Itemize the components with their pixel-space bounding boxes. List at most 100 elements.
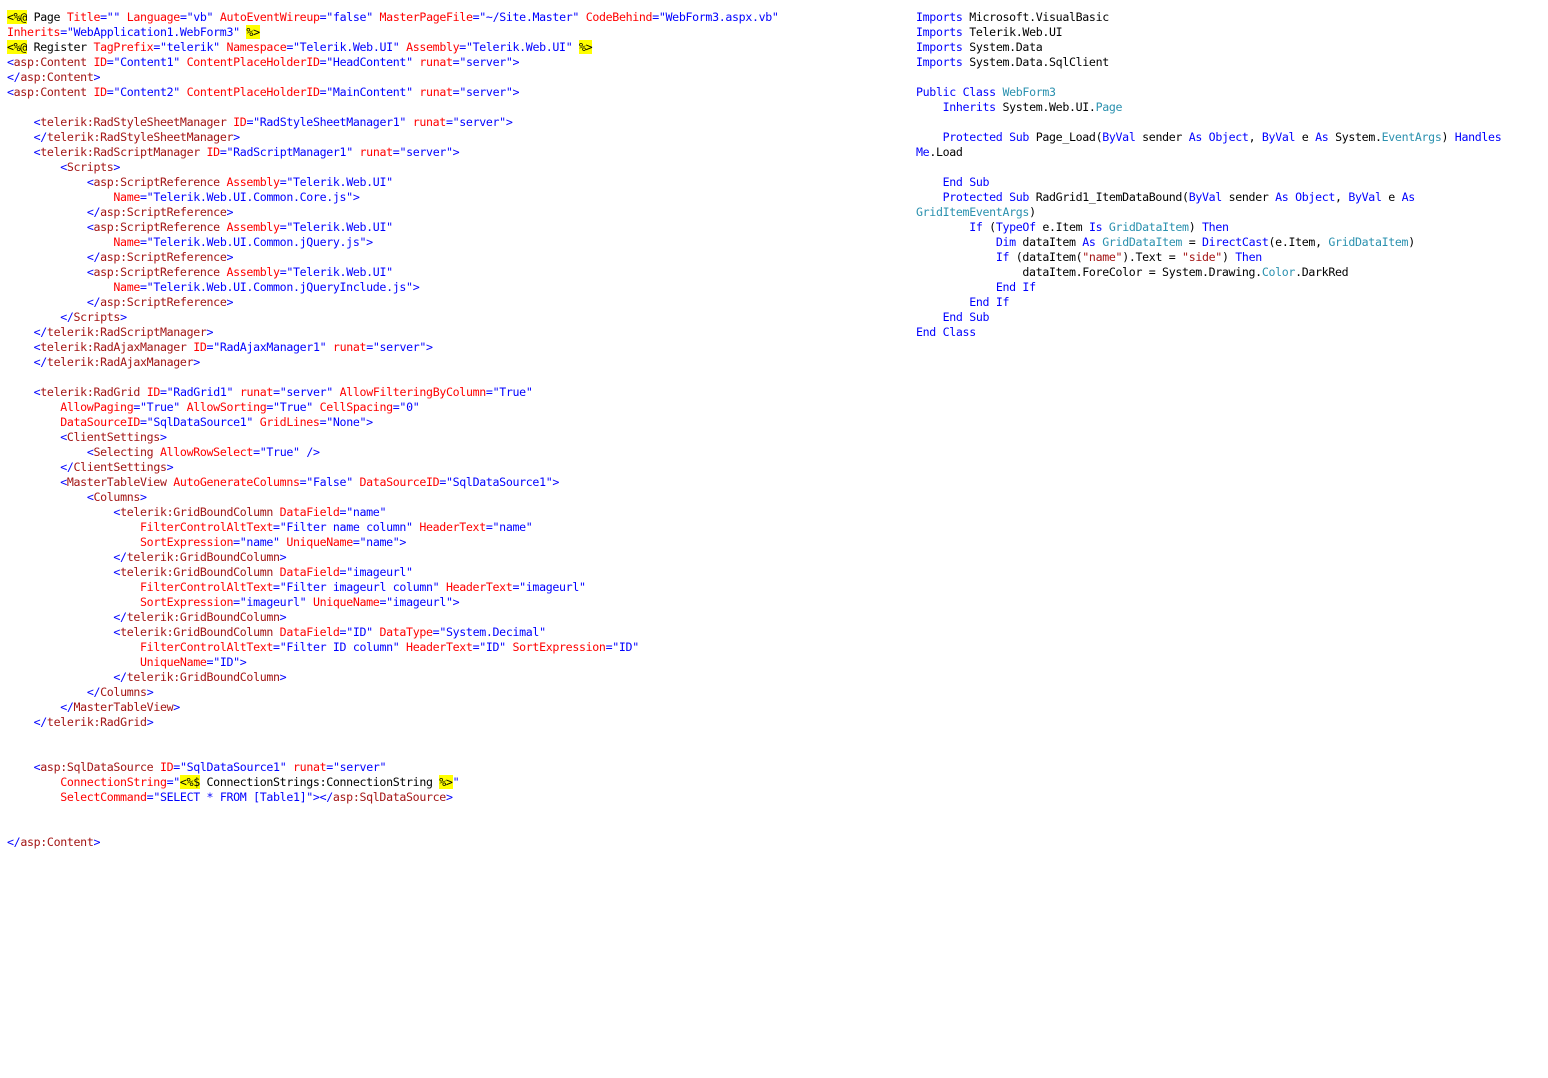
code-token: telerik:RadGrid [46, 715, 147, 729]
code-line: Inherits="WebApplication1.WebForm3" %> [7, 25, 897, 40]
code-token: Page_Load( [1029, 130, 1103, 144]
code-token: Assembly [226, 265, 280, 279]
vb-code-behind-pane: Imports Microsoft.VisualBasic Imports Tel… [916, 10, 1541, 340]
code-token: MasterTableView [66, 475, 167, 489]
code-line: Imports System.Data.SqlClient [916, 55, 1541, 70]
code-token: sender [1135, 130, 1189, 144]
code-token: WebForm3 [1002, 85, 1056, 99]
code-token: runat [419, 55, 453, 69]
code-token: <%$ [179, 775, 200, 789]
code-token: </ [60, 700, 74, 714]
code-token: "name" [346, 505, 387, 519]
code-line: </Columns> [7, 685, 897, 700]
code-token: End [916, 325, 936, 339]
code-token: "server" [459, 85, 513, 99]
code-token: GridItemEventArgs [916, 205, 1030, 219]
code-token: < [7, 55, 14, 69]
code-token: AllowRowSelect [159, 445, 254, 459]
code-token: GridDataItem [1108, 220, 1189, 234]
code-token: ) [1221, 250, 1236, 264]
code-token: %> [246, 25, 260, 39]
code-token: Page [26, 10, 67, 24]
code-token: ></ [312, 790, 333, 804]
code-token: telerik:RadStyleSheetManager [46, 130, 234, 144]
code-token: dataItem.ForeColor = System.Drawing. [916, 265, 1262, 279]
code-token: "Telerik.Web.UI" [286, 220, 393, 234]
code-token: "Content2" [113, 85, 180, 99]
code-token: "SELECT * FROM [Table1]" [153, 790, 313, 804]
code-token: CodeBehind [585, 10, 653, 24]
code-token: ContentPlaceHolderID [186, 55, 320, 69]
code-token: "HeadContent" [326, 55, 413, 69]
code-line: <telerik:RadGrid ID="RadGrid1" runat="se… [7, 385, 897, 400]
code-line: <asp:Content ID="Content1" ContentPlaceH… [7, 55, 897, 70]
code-token: ID [233, 115, 247, 129]
code-line: <asp:ScriptReference Assembly="Telerik.W… [7, 175, 897, 190]
code-token: > [279, 670, 287, 684]
code-token: DataField [279, 505, 340, 519]
code-token: End [969, 295, 990, 309]
code-token: End [995, 280, 1016, 294]
code-token: "server" [459, 55, 513, 69]
code-token: As [1082, 235, 1096, 249]
code-line: </ClientSettings> [7, 460, 897, 475]
code-token: > [512, 55, 520, 69]
code-token: "name" [239, 535, 280, 549]
code-token: > [206, 325, 214, 339]
code-token: System.Data [962, 40, 1043, 54]
code-token: Me [916, 145, 930, 159]
code-token: Object [1208, 130, 1249, 144]
code-token: ) [1441, 130, 1455, 144]
code-token: "imageurl" [386, 595, 453, 609]
code-token: > [412, 280, 420, 294]
code-token: "SqlDataSource1" [445, 475, 553, 489]
code-line: Protected Sub Page_Load(ByVal sender As … [916, 130, 1541, 145]
code-token: asp:SqlDataSource [40, 760, 154, 774]
code-token: "imageurl" [346, 565, 413, 579]
code-token: Register [26, 40, 94, 54]
code-token: AllowPaging [60, 400, 134, 414]
code-token: System.Web.UI. [995, 100, 1096, 114]
code-token: </ [33, 715, 48, 729]
code-token: UniqueName [140, 655, 207, 669]
code-token: > [426, 340, 433, 354]
code-token: ID [206, 145, 221, 159]
code-line: <asp:SqlDataSource ID="SqlDataSource1" r… [7, 760, 897, 775]
code-token: "" [106, 10, 121, 24]
code-token: = [273, 520, 280, 534]
code-token: Protected [942, 190, 1003, 204]
code-token: Page [1095, 100, 1123, 114]
code-token: %> [439, 775, 453, 789]
code-token: = [485, 520, 493, 534]
code-token: > [239, 655, 247, 669]
code-token: > [173, 700, 180, 714]
code-token: = [652, 10, 659, 24]
code-line: <ClientSettings> [7, 430, 897, 445]
code-token: "RadScriptManager1" [226, 145, 354, 159]
code-token: "Telerik.Web.UI" [465, 40, 573, 54]
code-token: dataItem [1015, 235, 1083, 249]
code-line: If (TypeOf e.Item Is GridDataItem) Then [916, 220, 1541, 235]
code-token: AutoGenerateColumns [173, 475, 300, 489]
code-token: SortExpression [140, 595, 234, 609]
code-token: ByVal [1348, 190, 1382, 204]
code-token: e [1295, 130, 1316, 144]
code-token: "System.Decimal" [439, 625, 546, 639]
code-token: </ [33, 325, 48, 339]
code-token: End [942, 175, 963, 189]
code-token: DataSourceID [359, 475, 440, 489]
